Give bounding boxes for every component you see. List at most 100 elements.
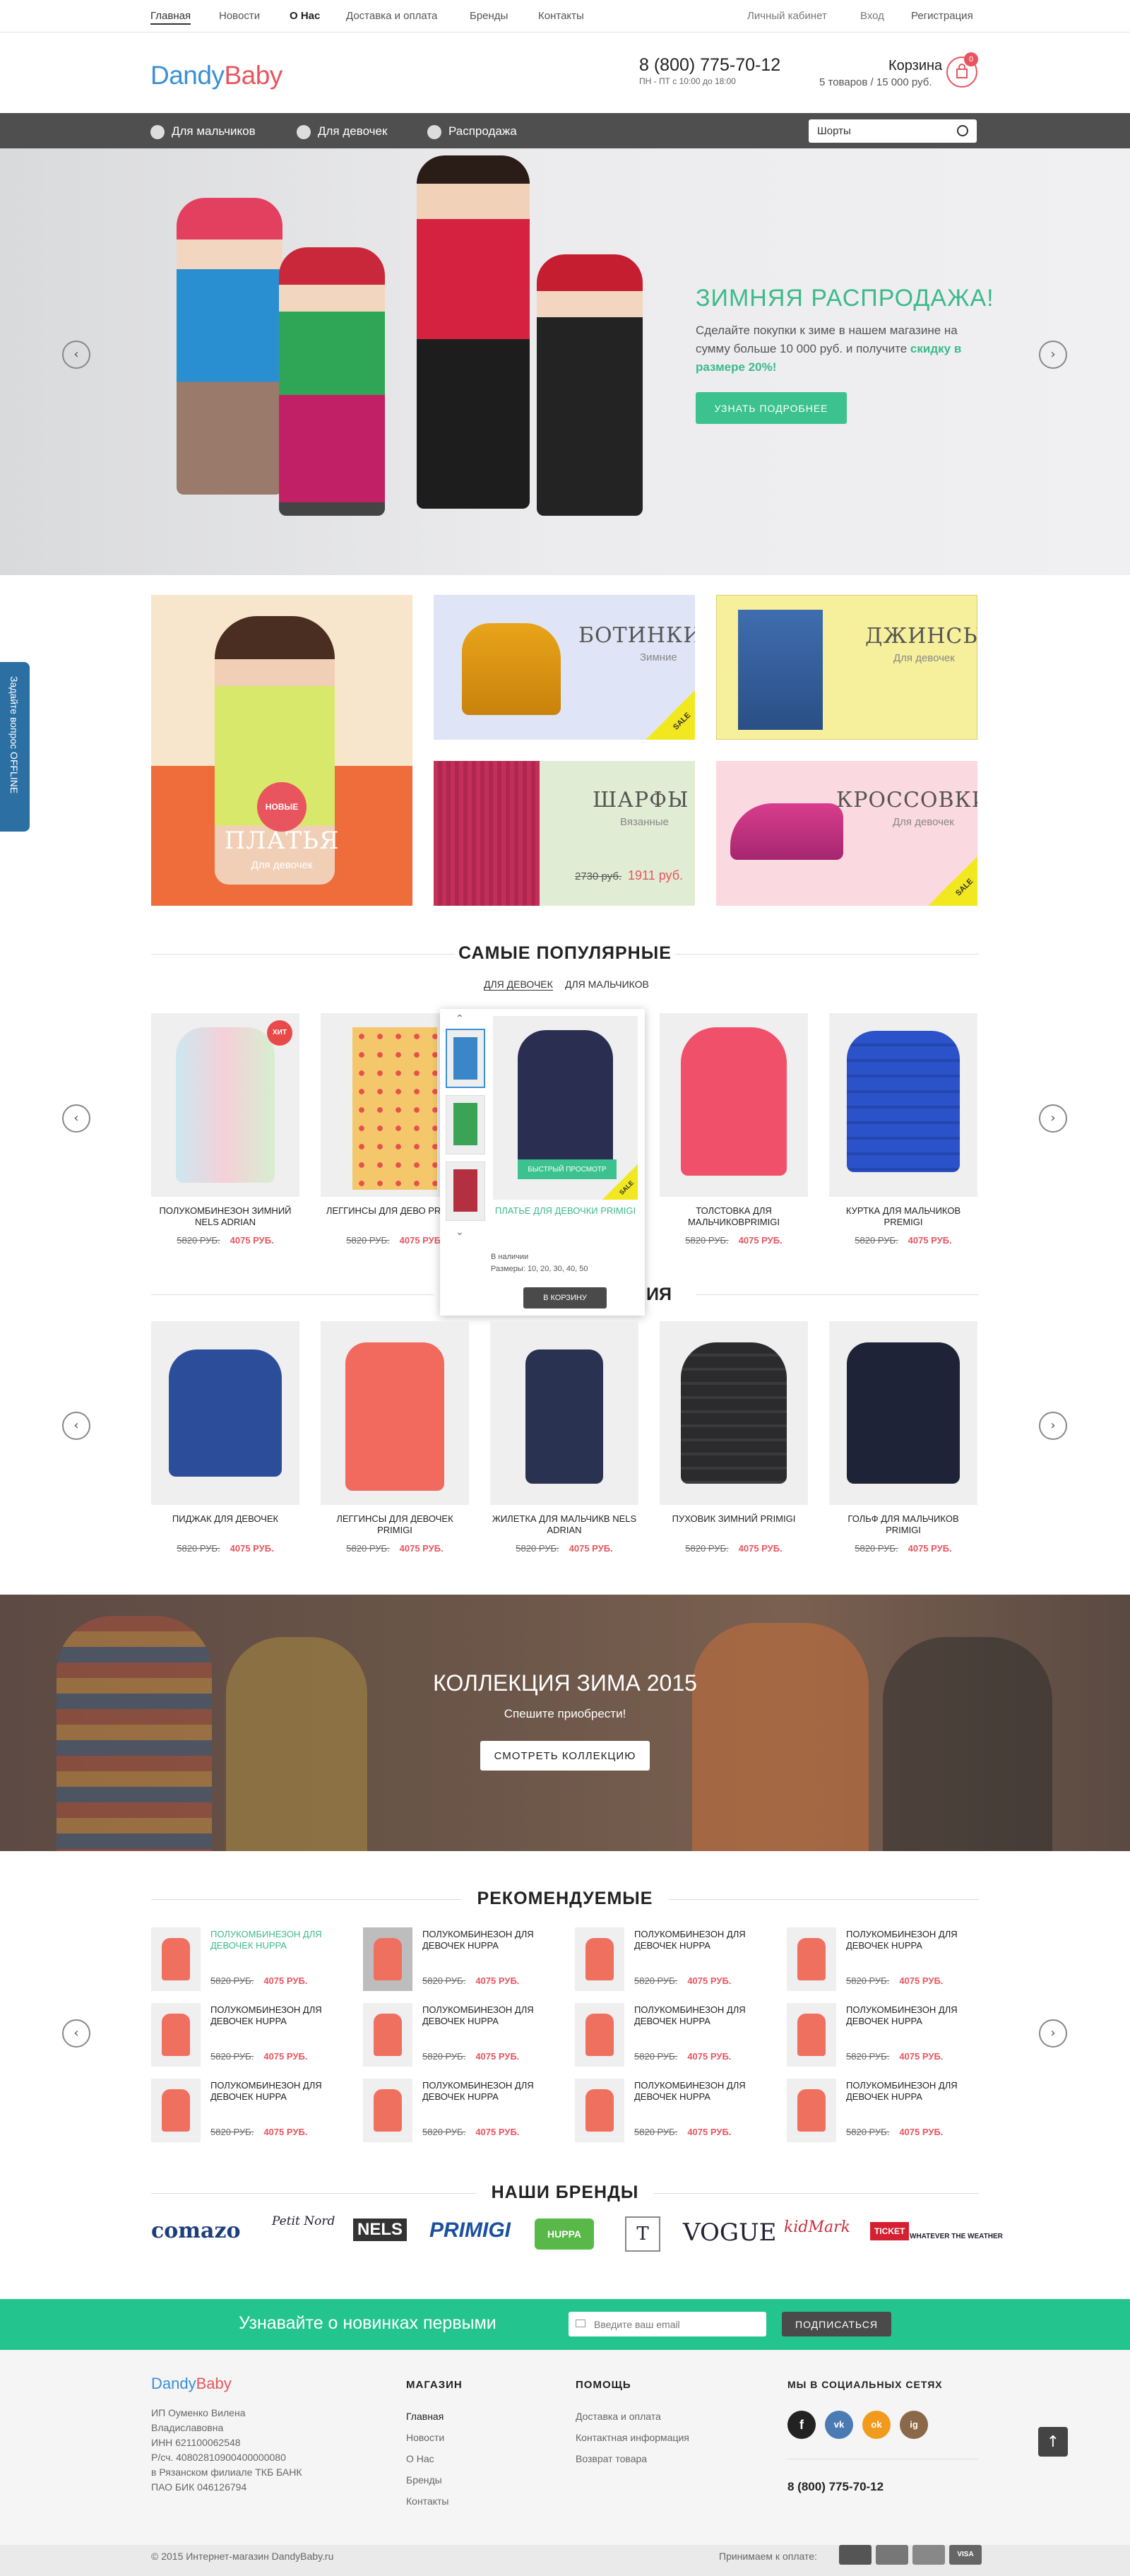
product-name[interactable]: ПУХОВИК ЗИМНИЙ PRIMIGI [660,1513,808,1537]
facebook-icon[interactable]: f [787,2411,816,2439]
recommended-item[interactable]: ПОЛУКОМБИНЕЗОН ДЛЯ ДЕВОЧЕК HUPPA 5820 РУБ… [363,1927,561,1991]
product-name[interactable]: ПОЛУКОМБИНЕЗОН ДЛЯ ДЕВОЧЕК HUPPA [846,2004,985,2027]
recommended-item[interactable]: ПОЛУКОМБИНЕЗОН ДЛЯ ДЕВОЧЕК HUPPA 5820 РУБ… [787,2003,985,2067]
product-name[interactable]: ПОЛУКОМБИНЕЗОН ДЛЯ ДЕВОЧЕК HUPPA [634,2080,773,2103]
recommended-prev-arrow[interactable]: ‹ [62,2019,90,2048]
topnav-contacts[interactable]: Контакты [538,10,584,22]
product-card[interactable]: ЛЕГГИНСЫ ДЛЯ ДЕВОЧЕК PRIMIGI 5820 РУБ. 40… [321,1321,469,1554]
hero-more-button[interactable]: УЗНАТЬ ПОДРОБНЕЕ [696,392,847,424]
brand-nels[interactable]: NELS [353,2218,408,2241]
recommended-item[interactable]: ПОЛУКОМБИНЕЗОН ДЛЯ ДЕВОЧЕК HUPPA 5820 РУБ… [363,2003,561,2067]
odnoklassniki-icon[interactable]: ok [862,2411,891,2439]
ask-question-tab[interactable]: Задайте вопрос OFFLINE [0,662,30,832]
product-name[interactable]: ПОЛУКОМБИНЕЗОН ЗИМНИЙ NELS ADRIAN [151,1205,299,1229]
add-to-cart-button[interactable]: В КОРЗИНУ [523,1287,607,1308]
footer-link[interactable]: Контакты [406,2491,448,2512]
product-name[interactable]: ПОЛУКОМБИНЕЗОН ДЛЯ ДЕВОЧЕК HUPPA [422,1929,561,1951]
popular-prev-arrow[interactable]: ‹ [62,1104,90,1133]
recommended-item[interactable]: ПОЛУКОМБИНЕЗОН ДЛЯ ДЕВОЧЕК HUPPA 5820 РУБ… [151,1927,349,1991]
recommended-item[interactable]: ПОЛУКОМБИНЕЗОН ДЛЯ ДЕВОЧЕК HUPPA 5820 РУБ… [787,1927,985,1991]
cart-title[interactable]: Корзина [888,58,942,74]
recommended-item[interactable]: ПОЛУКОМБИНЕЗОН ДЛЯ ДЕВОЧЕК HUPPA 5820 РУБ… [787,2079,985,2142]
product-name[interactable]: ЛЕГГИНСЫ ДЛЯ ДЕВОЧЕК PRIMIGI [321,1513,469,1537]
subscribe-button[interactable]: ПОДПИСАТЬСЯ [782,2312,891,2336]
brand-huppa[interactable]: HUPPA [535,2218,594,2250]
brand-whatever[interactable]: WHATEVER THE WEATHER [910,2233,1003,2240]
product-name[interactable]: ПОЛУКОМБИНЕЗОН ДЛЯ ДЕВОЧЕК HUPPA [210,2004,349,2027]
recommended-next-arrow[interactable]: › [1039,2019,1067,2048]
product-name[interactable]: ГОЛЬФ ДЛЯ МАЛЬЧИКОВ PRIMIGI [829,1513,977,1537]
product-card[interactable]: ПИДЖАК ДЛЯ ДЕВОЧЕК 5820 РУБ. 4075 РУБ. [151,1321,299,1554]
login-link[interactable]: Вход [860,10,884,22]
search-input[interactable] [809,119,977,143]
logo[interactable]: DandyBaby [150,61,282,90]
product-name[interactable]: ПОЛУКОМБИНЕЗОН ДЛЯ ДЕВОЧЕК HUPPA [634,1929,773,1951]
hero-prev-arrow[interactable]: ‹ [62,341,90,369]
product-card[interactable]: ГОЛЬФ ДЛЯ МАЛЬЧИКОВ PRIMIGI 5820 РУБ. 407… [829,1321,977,1554]
brand-primigi[interactable]: PRIMIGI [429,2218,511,2243]
topnav-home[interactable]: Главная [150,10,191,25]
product-name[interactable]: КУРТКА ДЛЯ МАЛЬЧИКОВ PREMIGI [829,1205,977,1229]
chevron-down-icon[interactable]: ⌄ [456,1227,464,1238]
product-name[interactable]: ПОЛУКОМБИНЕЗОН ДЛЯ ДЕВОЧЕК HUPPA [422,2080,561,2103]
footer-logo[interactable]: DandyBaby [151,2375,232,2393]
thumb-blue[interactable] [446,1029,485,1088]
email-field[interactable] [569,2312,766,2336]
nav-sale[interactable]: Распродажа [427,124,517,139]
tab-boys[interactable]: ДЛЯ МАЛЬЧИКОВ [565,979,649,990]
product-card[interactable]: ТОЛСТОВКА ДЛЯ МАЛЬЧИКОВPRIMIGI 5820 РУБ.… [660,1013,808,1246]
tile-boots[interactable]: БОТИНКИ Зимние SALE [434,595,695,740]
topnav-news[interactable]: Новости [219,10,260,22]
view-collection-button[interactable]: СМОТРЕТЬ КОЛЛЕКЦИЮ [480,1741,650,1771]
brand-vogue[interactable]: VOGUE [683,2218,776,2247]
product-name[interactable]: ПОЛУКОМБИНЕЗОН ДЛЯ ДЕВОЧЕК HUPPA [210,1929,349,1951]
product-card[interactable]: ПУХОВИК ЗИМНИЙ PRIMIGI 5820 РУБ. 4075 РУБ… [660,1321,808,1554]
footer-link[interactable]: Доставка и оплата [576,2406,689,2427]
topnav-brands[interactable]: Бренды [470,10,508,22]
hero-next-arrow[interactable]: › [1039,341,1067,369]
brand-petit-nord[interactable]: Petit Nord [272,2214,335,2228]
product-name[interactable]: ЖИЛЕТКА ДЛЯ МАЛЬЧИКВ NELS ADRIAN [490,1513,638,1537]
product-name[interactable]: ТОЛСТОВКА ДЛЯ МАЛЬЧИКОВPRIMIGI [660,1205,808,1229]
tile-dresses[interactable]: НОВЫЕ ПЛАТЬЯ Для девочек [151,595,412,906]
brand-t[interactable]: T [625,2216,660,2252]
footer-link[interactable]: Бренды [406,2469,448,2491]
recommended-item[interactable]: ПОЛУКОМБИНЕЗОН ДЛЯ ДЕВОЧЕК HUPPA 5820 РУБ… [151,2003,349,2067]
second-next-arrow[interactable]: › [1039,1412,1067,1440]
tab-girls[interactable]: ДЛЯ ДЕВОЧЕК [484,979,553,991]
recommended-item[interactable]: ПОЛУКОМБИНЕЗОН ДЛЯ ДЕВОЧЕК HUPPA 5820 РУБ… [575,1927,773,1991]
brand-kidmark[interactable]: kidMark [784,2218,850,2236]
footer-link[interactable]: О Нас [406,2448,448,2469]
footer-link[interactable]: Возврат товара [576,2448,689,2469]
recommended-item[interactable]: ПОЛУКОМБИНЕЗОН ДЛЯ ДЕВОЧЕК HUPPA 5820 РУБ… [363,2079,561,2142]
product-name[interactable]: ПОЛУКОМБИНЕЗОН ДЛЯ ДЕВОЧЕК HUPPA [210,2080,349,2103]
product-name[interactable]: ПОЛУКОМБИНЕЗОН ДЛЯ ДЕВОЧЕК HUPPA [846,2080,985,2103]
product-name[interactable]: ПОЛУКОМБИНЕЗОН ДЛЯ ДЕВОЧЕК HUPPA [422,2004,561,2027]
nav-boys[interactable]: Для мальчиков [150,124,256,139]
quick-view-button[interactable]: БЫСТРЫЙ ПРОСМОТР [518,1159,617,1179]
tile-scarves[interactable]: ШАРФЫ Вязанные 2730 руб. 1911 руб. [434,761,695,906]
thumb-green[interactable] [446,1095,485,1154]
second-prev-arrow[interactable]: ‹ [62,1412,90,1440]
footer-link[interactable]: Главная [406,2406,448,2427]
recommended-item[interactable]: ПОЛУКОМБИНЕЗОН ДЛЯ ДЕВОЧЕК HUPPA 5820 РУБ… [575,2003,773,2067]
thumb-red[interactable] [446,1162,485,1221]
product-card[interactable]: ХИТ ПОЛУКОМБИНЕЗОН ЗИМНИЙ NELS ADRIAN 58… [151,1013,299,1246]
chevron-up-icon[interactable]: ⌃ [456,1013,464,1024]
register-link[interactable]: Регистрация [911,10,973,22]
topnav-about[interactable]: О Нас [290,10,320,22]
popular-next-arrow[interactable]: › [1039,1104,1067,1133]
quickview-product-name[interactable]: ПЛАТЬЕ ДЛЯ ДЕВОЧКИ PRIMIGI [493,1205,638,1217]
product-card[interactable]: ЖИЛЕТКА ДЛЯ МАЛЬЧИКВ NELS ADRIAN 5820 РУ… [490,1321,638,1554]
product-name[interactable]: ПИДЖАК ДЛЯ ДЕВОЧЕК [151,1513,299,1537]
brand-ticket[interactable]: TICKET [870,2222,910,2240]
scroll-top-button[interactable]: ↑ [1038,2427,1068,2457]
account-link[interactable]: Личный кабинет [747,10,827,22]
tile-sneakers[interactable]: КРОССОВКИ Для девочек SALE [716,761,977,906]
recommended-item[interactable]: ПОЛУКОМБИНЕЗОН ДЛЯ ДЕВОЧЕК HUPPA 5820 РУБ… [575,2079,773,2142]
product-name[interactable]: ПОЛУКОМБИНЕЗОН ДЛЯ ДЕВОЧЕК HUPPA [846,1929,985,1951]
nav-girls[interactable]: Для девочек [297,124,387,139]
footer-link[interactable]: Контактная информация [576,2427,689,2448]
brand-comazo[interactable]: comazo [151,2218,241,2243]
product-card[interactable]: КУРТКА ДЛЯ МАЛЬЧИКОВ PREMIGI 5820 РУБ. 40… [829,1013,977,1246]
